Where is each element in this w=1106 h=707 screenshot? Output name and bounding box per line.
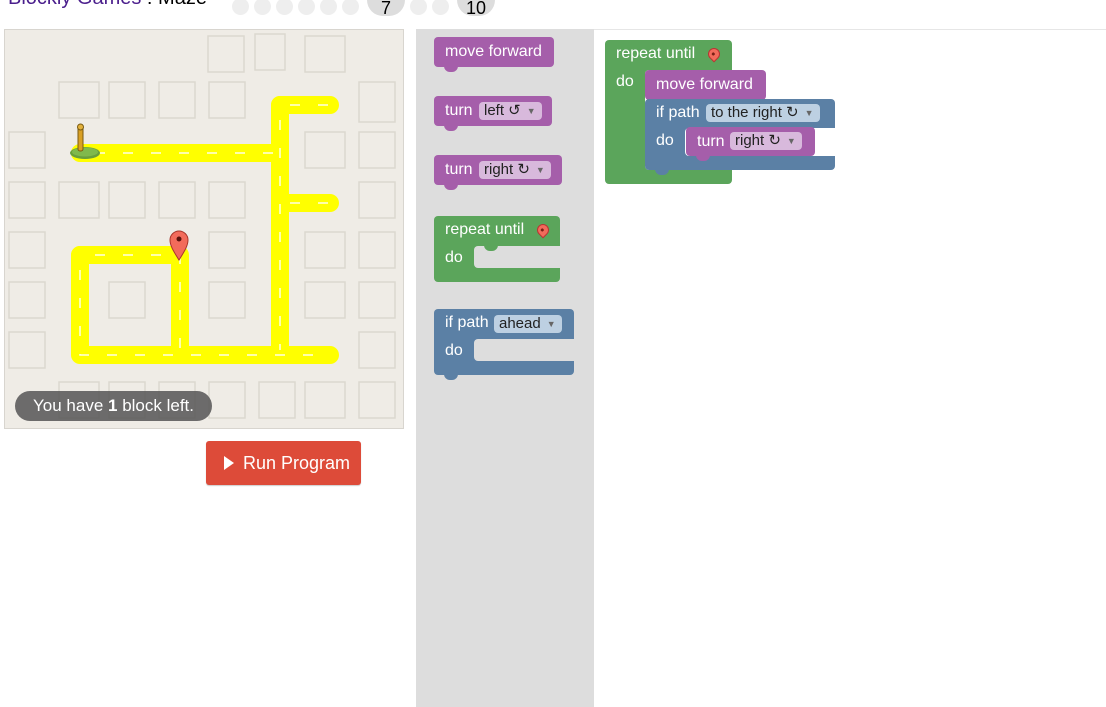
level-6-dot[interactable] <box>342 0 359 15</box>
level-4-dot[interactable] <box>298 0 315 15</box>
turn-direction-dropdown[interactable]: right ↻ ▼ <box>730 132 802 150</box>
title-separator: : <box>141 0 158 9</box>
turn-direction-dropdown[interactable]: right ↻ ▼ <box>479 161 551 179</box>
path-direction-dropdown[interactable]: ahead ▼ <box>494 315 562 333</box>
level-3-dot[interactable] <box>276 0 293 15</box>
pegman-start-marker <box>70 123 100 159</box>
maze-map <box>8 33 396 419</box>
page-title: Blockly Games : Maze <box>8 0 207 10</box>
blockly-workspace[interactable]: repeat until do move forward if path to … <box>594 30 1106 707</box>
level-10-badge[interactable]: 10 <box>457 0 495 18</box>
header: Blockly Games : Maze 7 10 <box>0 0 1106 30</box>
level-2-dot[interactable] <box>254 0 271 15</box>
level-8-dot[interactable] <box>410 0 427 15</box>
path-direction-dropdown[interactable]: to the right ↻ ▼ <box>706 104 820 122</box>
level-5-dot[interactable] <box>320 0 337 15</box>
maze-board: You have 1 block left. <box>4 29 404 429</box>
play-icon <box>224 456 234 470</box>
app-name-link[interactable]: Blockly Games <box>8 0 141 9</box>
turn-direction-dropdown[interactable]: left ↺ ▼ <box>479 102 542 120</box>
level-9-dot[interactable] <box>432 0 449 15</box>
level-1-dot[interactable] <box>232 0 249 15</box>
run-program-button[interactable]: Run Program <box>206 441 361 485</box>
game-name: Maze <box>158 0 207 9</box>
toolbox-flyout: move forward turn left ↺ ▼ turn right ↻ ▼ … <box>416 29 594 707</box>
blocks-remaining-label: You have 1 block left. <box>15 391 213 421</box>
current-level-badge[interactable]: 7 <box>367 0 405 18</box>
